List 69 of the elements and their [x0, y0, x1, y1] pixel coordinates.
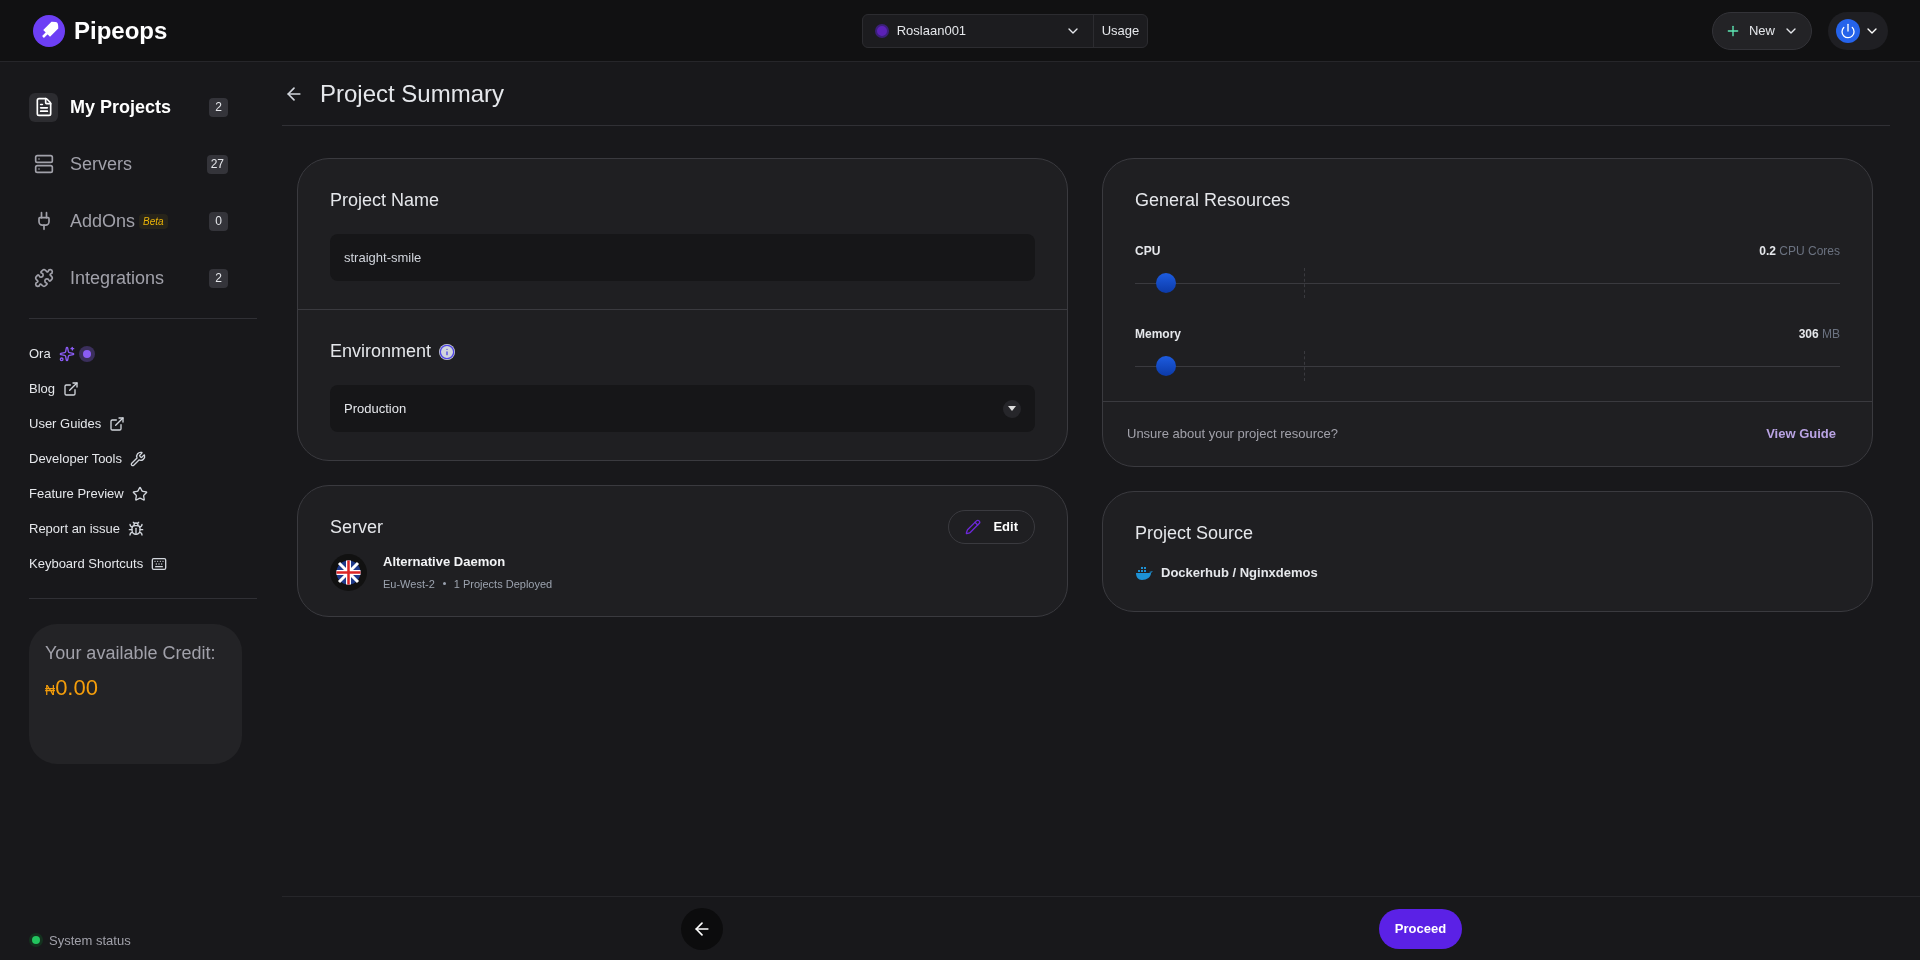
credit-label: Your available Credit:: [45, 642, 217, 665]
new-button[interactable]: New: [1712, 11, 1812, 50]
bug-icon: [128, 520, 145, 537]
count-badge: 27: [206, 154, 228, 174]
sidebar-link[interactable]: Developer Tools: [29, 449, 253, 468]
nav-label: Servers: [70, 152, 132, 176]
nav-item[interactable]: Integrations 2: [29, 263, 228, 293]
nav-label: My Projects: [70, 95, 172, 119]
credit-amount: ₦0.00: [45, 674, 99, 702]
deployed-count: 1 Projects Deployed: [453, 576, 553, 592]
sidebar-link[interactable]: Ora: [29, 344, 253, 363]
logo-text: Pipeops: [74, 15, 168, 46]
slider-reading: 0.2 CPU Cores: [1759, 243, 1840, 260]
sidebar-link[interactable]: Feature Preview: [29, 484, 253, 503]
page-title: Project Summary: [320, 78, 505, 109]
view-guide-link[interactable]: View Guide: [1766, 424, 1848, 444]
nav-label: AddOns: [70, 209, 136, 233]
info-icon: [439, 343, 456, 360]
source-name: Dockerhub / Nginxdemos: [1161, 564, 1318, 582]
account-menu-button[interactable]: [1828, 11, 1888, 50]
slider-label: Memory: [1135, 326, 1181, 343]
sidebar-link[interactable]: Keyboard Shortcuts: [29, 554, 253, 573]
workspace-avatar-icon: [874, 23, 889, 38]
nav-item[interactable]: My Projects 2: [29, 92, 228, 122]
sidebar-link[interactable]: User Guides: [29, 414, 253, 433]
nav-label: Integrations: [70, 266, 165, 290]
slider-thumb[interactable]: [1156, 273, 1177, 293]
external-link-icon: [109, 415, 126, 432]
usage-button[interactable]: Usage: [1092, 14, 1148, 47]
slider-reading: 306 MB: [1798, 326, 1840, 343]
pencil-icon: [965, 519, 982, 535]
sparkle-icon: [58, 345, 75, 362]
tools-icon: [130, 450, 146, 467]
section-title: General Resources: [1135, 189, 1292, 212]
count-badge: 0: [209, 211, 228, 231]
sidebar-link[interactable]: Report an issue: [29, 519, 253, 538]
resource-hint: Unsure about your project resource?: [1127, 425, 1338, 444]
slider-thumb[interactable]: [1156, 356, 1177, 376]
resource-slider[interactable]: [1135, 351, 1840, 381]
slider-label: CPU: [1135, 243, 1161, 260]
dropdown-caret-icon: [1003, 399, 1021, 418]
nav-icon: [33, 268, 54, 288]
server-name: Alternative Daemon: [383, 553, 507, 571]
proceed-button[interactable]: Proceed: [1378, 908, 1463, 949]
external-link-icon: [63, 380, 80, 397]
shooting-star-icon: [131, 485, 148, 502]
whale-icon: [1135, 565, 1153, 580]
project-name-field[interactable]: straight-smile: [330, 234, 1035, 281]
count-badge: 2: [209, 268, 228, 288]
environment-dropdown[interactable]: Production: [330, 385, 1035, 432]
sidebar-link[interactable]: Blog: [29, 379, 253, 398]
section-title: Project Name: [330, 189, 441, 212]
system-status-link[interactable]: System status: [49, 930, 131, 950]
workspace-dropdown[interactable]: Roslaan001: [862, 14, 1093, 47]
nav-item[interactable]: AddOns Beta 0: [29, 206, 228, 236]
keyboard-icon: [151, 555, 168, 572]
count-badge: 2: [209, 97, 228, 117]
status-dot-icon: [29, 933, 43, 948]
beta-tag: Beta: [139, 213, 168, 229]
power-avatar-icon: [1836, 18, 1860, 43]
section-title: Environment: [330, 340, 432, 363]
section-title: Project Source: [1135, 522, 1255, 545]
back-button[interactable]: [680, 907, 723, 950]
nav-icon: [33, 154, 54, 174]
section-title: Server: [330, 515, 383, 539]
server-region: Eu-West-2: [383, 576, 435, 592]
nav-item[interactable]: Servers 27: [29, 149, 228, 179]
uk-flag-icon: [330, 553, 367, 591]
resource-slider[interactable]: [1135, 268, 1840, 298]
